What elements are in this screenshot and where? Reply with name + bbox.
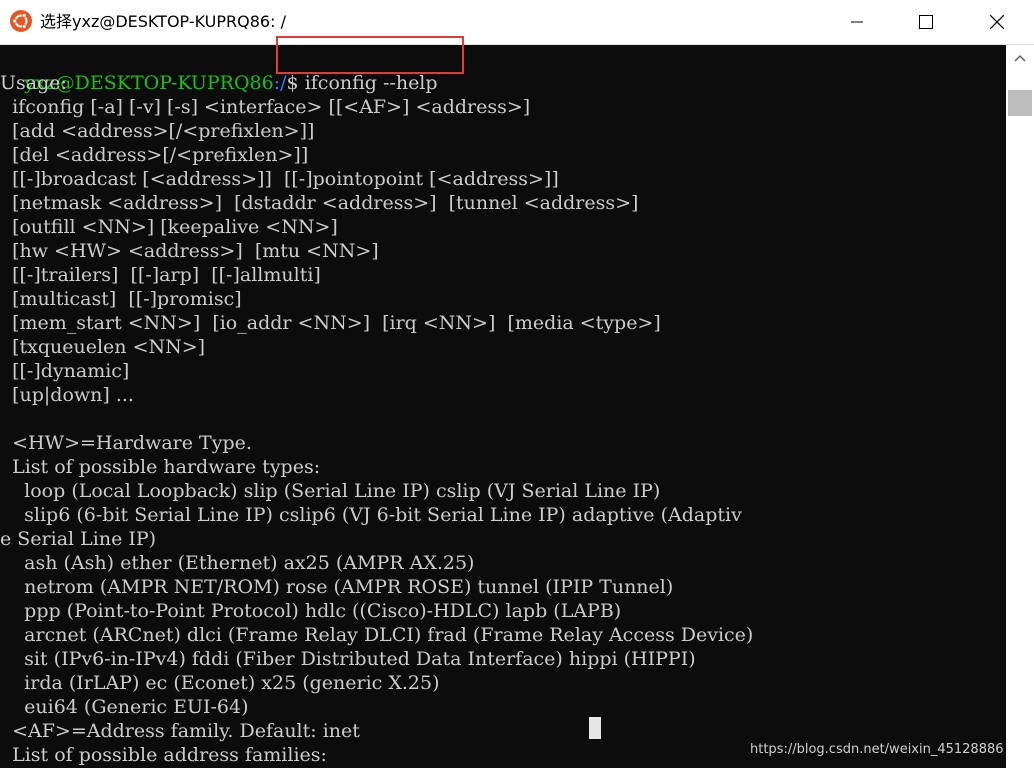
maximize-button[interactable] xyxy=(903,0,949,44)
maximize-icon xyxy=(919,15,933,29)
prompt-sign: $ xyxy=(286,72,305,94)
prompt-path: :/ xyxy=(273,72,287,94)
output-line: [add <address>[/<prefixlen>]] xyxy=(0,120,315,142)
scrollbar-thumb[interactable] xyxy=(1008,90,1032,116)
minimize-button[interactable] xyxy=(834,0,880,44)
output-line: eui64 (Generic EUI-64) xyxy=(0,696,249,718)
output-line: Usage: xyxy=(0,72,67,94)
window-title: 选择yxz@DESKTOP-KUPRQ86: / xyxy=(40,12,286,31)
output-line: [hw <HW> <address>] [mtu <NN>] xyxy=(0,240,379,262)
output-line: <HW>=Hardware Type. xyxy=(0,432,252,454)
output-line: ifconfig [-a] [-v] [-s] <interface> [[<A… xyxy=(0,96,531,118)
output-line: List of possible hardware types: xyxy=(0,456,321,478)
output-line: [outfill <NN>] [keepalive <NN>] xyxy=(0,216,338,238)
close-button[interactable] xyxy=(974,0,1020,44)
output-line: [netmask <address>] [dstaddr <address>] … xyxy=(0,192,639,214)
output-line: [mem_start <NN>] [io_addr <NN>] [irq <NN… xyxy=(0,312,661,334)
minimize-icon xyxy=(851,21,863,23)
title-bar[interactable]: 选择yxz@DESKTOP-KUPRQ86: / xyxy=(0,0,1034,45)
output-line: sit (IPv6-in-IPv4) fddi (Fiber Distribut… xyxy=(0,648,696,670)
output-line: [up|down] ... xyxy=(0,384,134,406)
output-line: slip6 (6-bit Serial Line IP) cslip6 (VJ … xyxy=(0,504,742,526)
watermark: https://blog.csdn.net/weixin_45128886 xyxy=(750,742,1004,757)
output-line: [[-]broadcast [<address>]] [[-]pointopoi… xyxy=(0,168,559,190)
output-line: [[-]dynamic] xyxy=(0,360,130,382)
output-line: irda (IrLAP) ec (Econet) x25 (generic X.… xyxy=(0,672,440,694)
output-line: [del <address>[/<prefixlen>]] xyxy=(0,144,309,166)
output-line: loop (Local Loopback) slip (Serial Line … xyxy=(0,480,661,502)
output-line: ppp (Point-to-Point Protocol) hdlc ((Cis… xyxy=(0,600,622,622)
output-line: [multicast] [[-]promisc] xyxy=(0,288,242,310)
terminal-area[interactable]: yxz@DESKTOP-KUPRQ86:/$ ifconfig --help U… xyxy=(0,45,1006,768)
output-line: List of possible address families: xyxy=(0,744,327,766)
scroll-up-button[interactable] xyxy=(1006,48,1034,68)
output-line: e Serial Line IP) xyxy=(0,528,157,550)
text-cursor xyxy=(589,717,601,739)
chevron-up-icon xyxy=(1014,54,1026,62)
vertical-scrollbar[interactable] xyxy=(1006,45,1034,768)
output-line: <AF>=Address family. Default: inet xyxy=(0,720,360,742)
output-line: [[-]trailers] [[-]arp] [[-]allmulti] xyxy=(0,264,321,286)
output-line: arcnet (ARCnet) dlci (Frame Relay DLCI) … xyxy=(0,624,754,646)
output-line: [txqueuelen <NN>] xyxy=(0,336,206,358)
output-line: ash (Ash) ether (Ethernet) ax25 (AMPR AX… xyxy=(0,552,475,574)
command-text: ifconfig --help xyxy=(304,72,438,94)
command-highlight-box xyxy=(276,36,464,74)
output-line: netrom (AMPR NET/ROM) rose (AMPR ROSE) t… xyxy=(0,576,674,598)
close-icon xyxy=(990,15,1004,29)
ubuntu-icon xyxy=(10,10,32,32)
